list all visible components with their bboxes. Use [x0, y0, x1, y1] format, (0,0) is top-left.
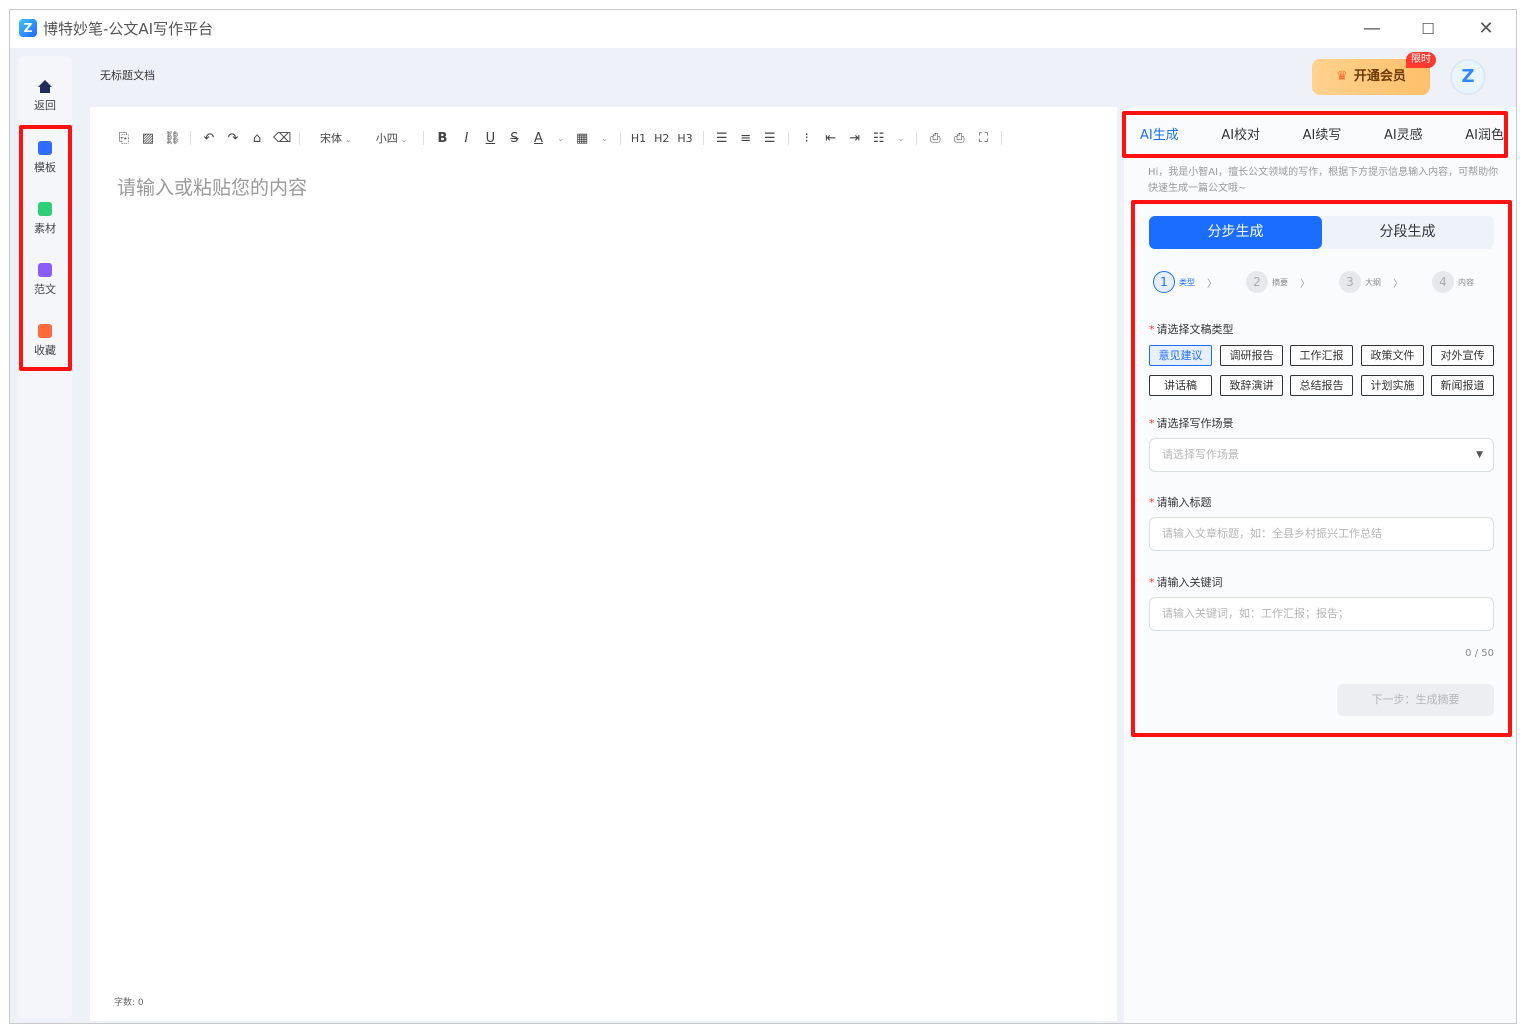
- highlight-box-form: [1131, 200, 1512, 737]
- format-painter-icon[interactable]: ⌂: [249, 131, 265, 146]
- indent-icon[interactable]: ⇥: [847, 131, 863, 146]
- title-bar: Z 博特妙笔-公文AI写作平台 — ☐ ✕: [10, 10, 1516, 48]
- window-title: 博特妙笔-公文AI写作平台: [43, 20, 214, 38]
- toolbar-divider: [916, 131, 918, 145]
- strikethrough-button[interactable]: S: [506, 131, 522, 146]
- eraser-icon[interactable]: ⌫: [273, 131, 291, 146]
- app-logo-icon: Z: [19, 19, 37, 37]
- table-icon[interactable]: ▦: [574, 131, 590, 146]
- insert-image-icon[interactable]: ▨: [140, 131, 156, 146]
- app-window: Z 博特妙笔-公文AI写作平台 — ☐ ✕ 返回 模板 素材 范文 收藏 无标题…: [9, 9, 1517, 1024]
- document-title[interactable]: 无标题文档: [100, 67, 155, 83]
- crown-icon: ♛: [1336, 69, 1348, 84]
- toolbar-divider: [1001, 131, 1003, 145]
- toolbar-divider: [787, 131, 789, 145]
- minimize-button[interactable]: —: [1358, 16, 1386, 42]
- heading-1-button[interactable]: H1: [631, 132, 646, 145]
- toolbar-divider: [619, 131, 621, 145]
- fullscreen-icon[interactable]: ⛶: [975, 131, 991, 146]
- chevron-down-icon[interactable]: ⌄: [601, 134, 608, 143]
- toolbar-divider: [190, 131, 191, 145]
- align-center-icon[interactable]: ≡: [738, 131, 754, 146]
- avatar[interactable]: Z: [1450, 59, 1486, 95]
- italic-button[interactable]: I: [458, 131, 474, 146]
- redo-icon[interactable]: ↷: [225, 131, 241, 146]
- toolbar-divider: [423, 131, 425, 145]
- word-count: 字数: 0: [114, 998, 144, 1008]
- line-spacing-icon[interactable]: ☷: [871, 131, 887, 146]
- editor-placeholder: 请输入或粘贴您的内容: [117, 177, 308, 199]
- heading-2-button[interactable]: H2: [654, 132, 669, 145]
- maximize-button[interactable]: ☐: [1414, 16, 1442, 42]
- highlight-box-nav: [19, 125, 72, 371]
- outdent-icon[interactable]: ⇤: [823, 131, 839, 146]
- nav-item-back[interactable]: 返回: [18, 80, 72, 130]
- highlight-box-tabs: [1122, 111, 1508, 158]
- chevron-down-icon[interactable]: ⌄: [898, 134, 905, 143]
- link-icon[interactable]: ⛓: [164, 131, 181, 146]
- insert-doc-icon[interactable]: ⎘: [116, 131, 132, 146]
- toolbar-divider: [702, 131, 704, 145]
- home-icon: [38, 80, 52, 87]
- home-icon-base: [40, 87, 50, 93]
- close-button[interactable]: ✕: [1472, 16, 1500, 42]
- chevron-down-icon: ⌄: [400, 135, 408, 144]
- editor-area[interactable]: ⎘ ▨ ⛓ ↶ ↷ ⌂ ⌫ 宋体 ⌄ 小四 ⌄ B I U S A ⌄ ▦ ⌄ H1…: [90, 107, 1117, 1021]
- print-icon[interactable]: ⎙: [951, 131, 967, 146]
- limited-time-badge: 限时: [1406, 52, 1436, 68]
- font-family-value: 宋体: [320, 132, 342, 145]
- align-left-icon[interactable]: ☰: [714, 131, 730, 146]
- font-size-select[interactable]: 小四 ⌄: [376, 130, 408, 146]
- heading-3-button[interactable]: H3: [677, 132, 692, 145]
- bold-button[interactable]: B: [434, 131, 450, 146]
- font-family-select[interactable]: 宋体 ⌄: [320, 130, 352, 146]
- vip-label: 开通会员: [1353, 69, 1406, 84]
- chevron-down-icon[interactable]: ⌄: [557, 134, 564, 143]
- font-color-button[interactable]: A: [530, 131, 546, 146]
- font-size-value: 小四: [375, 132, 398, 145]
- assistant-intro: Hi，我是小智AI，擅长公文领域的写作，根据下方提示信息输入内容，可帮助你快速生…: [1148, 167, 1499, 194]
- export-doc-icon[interactable]: ⎙: [927, 131, 943, 146]
- underline-button[interactable]: U: [482, 131, 498, 146]
- undo-icon[interactable]: ↶: [201, 131, 217, 146]
- editor-toolbar: ⎘ ▨ ⛓ ↶ ↷ ⌂ ⌫ 宋体 ⌄ 小四 ⌄ B I U S A ⌄ ▦ ⌄ H1…: [116, 129, 1012, 147]
- nav-label: 返回: [34, 99, 56, 112]
- chevron-down-icon: ⌄: [345, 135, 352, 144]
- align-right-icon[interactable]: ☰: [762, 131, 778, 146]
- ordered-list-icon[interactable]: ⁝: [799, 131, 815, 146]
- toolbar-divider: [299, 131, 300, 145]
